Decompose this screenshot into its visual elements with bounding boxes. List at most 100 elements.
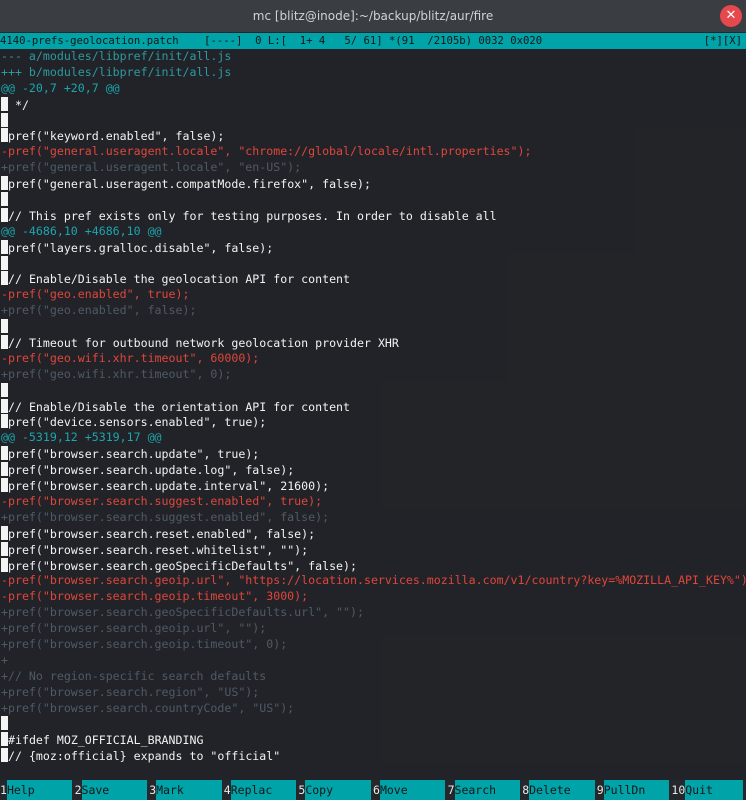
code-line-text: +pref("browser.search.geoip.timeout", 0)… [1,636,288,651]
fkey-save[interactable]: 2Save [74,780,147,800]
code-line-text: pref("browser.search.update.log", false)… [8,463,295,478]
code-line [0,192,746,208]
code-line: @@ -5319,12 +5319,17 @@ [0,430,746,446]
code-line: pref("browser.search.update", true); [0,446,746,462]
fkey-label: Delete [529,780,595,800]
fkey-number: 10 [671,783,686,797]
code-line-text: // {moz:official} expands to "official" [8,749,281,764]
line-marker [1,748,8,763]
code-line: pref("browser.search.reset.enabled", fal… [0,525,746,542]
code-line-text: -pref("browser.search.suggest.enabled", … [1,493,323,508]
code-line-text: +pref("geo.enabled", false); [1,303,197,318]
line-marker [1,112,8,127]
line-marker [1,462,8,477]
line-marker [1,335,8,350]
fkey-number: 1 [0,783,7,797]
line-marker [1,96,8,111]
fkey-replac[interactable]: 4Replac [223,780,297,800]
line-marker [1,557,8,572]
code-line: +pref("general.useragent.locale", "en-US… [0,160,746,176]
line-marker [1,128,8,143]
fkey-number: 8 [522,783,530,797]
line-marker [1,414,8,429]
window-state-indicators[interactable]: [*][X] [704,33,742,49]
fkey-label: Mark [156,780,222,800]
fkey-delete[interactable]: 8Delete [522,780,595,800]
code-line-text: // Enable/Disable the orientation API fo… [8,399,351,414]
code-line: +pref("geo.wifi.xhr.timeout", 0); [0,367,746,383]
code-line-text: @@ -5319,12 +5319,17 @@ [1,430,162,445]
fkey-number: 9 [596,783,604,797]
code-line-text: pref("keyword.enabled", false); [8,129,225,144]
code-line-text: @@ -20,7 +20,7 @@ [1,80,120,95]
code-line [0,255,746,272]
code-line-text: +pref("geo.wifi.xhr.timeout", 0); [1,366,232,381]
code-line-text: +pref("browser.search.geoSpecificDefault… [1,605,364,620]
code-line [0,112,746,129]
fkey-label: Help [6,780,73,800]
line-marker [1,207,8,222]
code-line: +// No region-specific search defaults [0,669,746,685]
code-line: +pref("geo.enabled", false); [0,303,746,319]
window-titlebar[interactable]: mc [blitz@inode]:~/backup/blitz/aur/fire… [0,0,746,33]
line-marker [1,319,8,334]
code-line [0,382,746,399]
code-line: -pref("browser.search.geoip.url", "https… [0,573,746,589]
line-marker [1,239,8,254]
code-line-text: pref("browser.search.geoSpecificDefaults… [8,558,358,573]
line-marker [1,382,8,397]
fkey-label: Replac [230,780,297,800]
code-line-text: */ [8,97,29,112]
code-line: // {moz:official} expands to "official" [0,748,746,764]
fkey-copy[interactable]: 5Copy [298,780,371,800]
code-line: +pref("browser.search.suggest.enabled", … [0,510,746,526]
fkey-label: Copy [305,780,371,800]
code-line: pref("browser.search.update.interval", 2… [0,478,746,494]
code-line-text: pref("layers.gralloc.disable", false); [8,240,274,255]
fkey-help[interactable]: 1Help [0,780,73,800]
code-line: -pref("geo.enabled", true); [0,287,746,303]
line-marker [1,716,8,731]
code-line: pref("browser.search.reset.whitelist", "… [0,541,746,558]
code-line: @@ -20,7 +20,7 @@ [0,81,746,97]
code-line: + [0,653,746,669]
code-line-text: +pref("general.useragent.locale", "en-US… [1,160,302,175]
fkey-number: 5 [298,783,306,797]
line-marker [1,541,8,556]
line-marker [1,446,8,461]
code-line: -pref("geo.wifi.xhr.timeout", 60000); [0,351,746,367]
fkey-number: 7 [447,783,455,797]
editor-text-area[interactable]: --- a/modules/libpref/init/all.js +++ b/m… [0,49,746,780]
code-line-text: -pref("general.useragent.locale", "chrom… [1,144,532,159]
fkey-label: Move [379,780,446,800]
code-line: pref("browser.search.geoSpecificDefaults… [0,557,746,574]
editor-status-line: 4140-prefs-geolocation.patch [----] 0 L:… [0,33,746,49]
close-button[interactable]: ✕ [720,5,742,27]
code-line-text: +pref("browser.search.suggest.enabled", … [1,509,330,524]
fkey-label: Search [454,780,520,800]
fkey-quit[interactable]: 10Quit [671,780,744,800]
line-marker [1,732,8,747]
code-line: */ [0,96,746,113]
line-marker [1,192,8,207]
code-line-text: -pref("geo.enabled", true); [1,287,190,302]
fkey-label: Save [81,780,147,800]
fkey-mark[interactable]: 3Mark [149,780,222,800]
code-line-text: pref("browser.search.update.interval", 2… [8,479,330,494]
function-key-bar: 1Help 2Save 3Mark 4Replac 5Copy 6Move 7Search 8… [0,780,746,800]
line-marker [1,478,8,493]
fkey-move[interactable]: 6Move [373,780,446,800]
fkey-number: 6 [373,783,380,797]
code-line-text: pref("device.sensors.enabled", true); [8,415,267,430]
fkey-number: 3 [149,783,157,797]
line-marker [1,255,8,270]
code-line-text: pref("browser.search.update", true); [8,447,260,462]
fkey-number: 2 [74,783,82,797]
fkey-label: Quit [685,780,744,800]
fkey-search[interactable]: 7Search [447,780,520,800]
code-line [0,319,746,335]
file-status-text: 4140-prefs-geolocation.patch [----] 0 L:… [0,35,543,47]
code-line-text: // This pref exists only for testing pur… [8,208,497,223]
fkey-pulldn[interactable]: 9PullDn [596,780,670,800]
code-line: pref("layers.gralloc.disable", false); [0,239,746,256]
